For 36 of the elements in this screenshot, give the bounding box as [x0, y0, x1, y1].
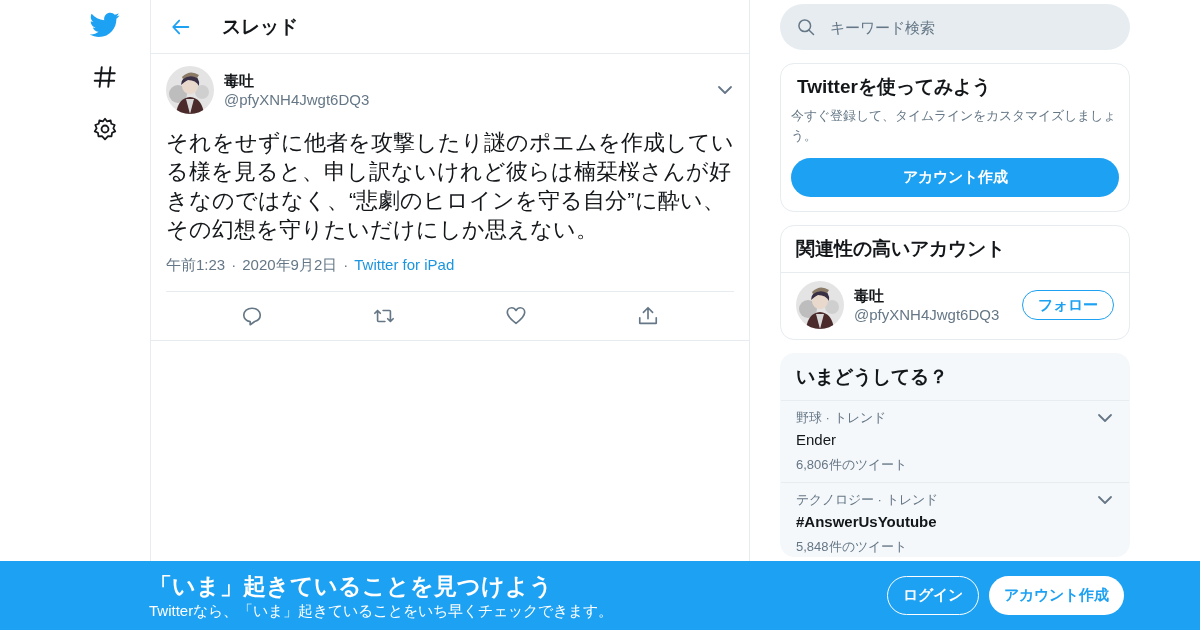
signup-button[interactable]: アカウント作成	[791, 158, 1119, 197]
card-title: Twitterを使ってみよう	[796, 75, 992, 99]
tweet-text: それをせずに他者を攻撃したり謎のポエムを作成している様を見ると、申し訳ないけれど彼らは楠栞桜さんが好きなのではなく、“悲劇のヒロインを守る自分”に酔い、その幻想を守りたいだけにしか思えない。	[166, 129, 735, 244]
banner-title: 「いま」起きていることを見つけよう	[149, 571, 554, 601]
reply-icon[interactable]	[241, 305, 263, 327]
separator-dot: ·	[343, 256, 349, 275]
page-title: スレッド	[222, 14, 298, 39]
tweet-time: 午前1:23	[166, 256, 226, 275]
tweet-count: 5,848件のツイート	[796, 538, 908, 556]
trend-context: テクノロジー · トレンド	[796, 491, 939, 509]
trend-name: Ender	[796, 431, 838, 448]
signup-button[interactable]: アカウント作成	[989, 576, 1124, 615]
share-icon[interactable]	[637, 305, 659, 327]
follow-button[interactable]: フォロー	[1022, 290, 1114, 320]
user-handle[interactable]: @pfyXNH4Jwgt6DQ3	[224, 91, 706, 108]
trend-context: 野球 · トレンド	[796, 409, 887, 427]
trend-name: #AnswerUsYoutube	[796, 513, 938, 530]
bird-logo-icon[interactable]	[90, 12, 120, 38]
separator-dot: ·	[231, 256, 237, 275]
user-name[interactable]: 毒吐	[854, 287, 1012, 306]
trend-item[interactable]: テクノロジー · トレンド #AnswerUsYoutube 5,848件のツイート	[781, 483, 1129, 556]
source-link[interactable]: Twitter for iPad	[354, 256, 455, 275]
trend-item[interactable]: 野球 · トレンド Ender 6,806件のツイート	[781, 401, 1129, 483]
card-description: 今すぐ登録して、タイムラインをカスタマイズしましょう。	[791, 107, 1117, 145]
search-icon	[796, 17, 816, 37]
card-title: 関連性の高いアカウント	[781, 226, 1129, 273]
card-title: いまどうしてる？	[781, 354, 1129, 401]
settings-icon[interactable]	[92, 116, 118, 142]
user-handle[interactable]: @pfyXNH4Jwgt6DQ3	[854, 306, 1012, 323]
banner-subtitle: Twitterなら、「いま」起きていることをいち早くチェックできます。	[149, 601, 615, 621]
hashtag-icon[interactable]	[92, 64, 118, 90]
tweet-count: 6,806件のツイート	[796, 456, 908, 474]
user-name[interactable]: 毒吐	[224, 72, 706, 91]
heart-icon[interactable]	[505, 305, 527, 327]
tweet-date: 2020年9月2日	[242, 256, 338, 275]
search-field[interactable]: キーワード検索	[780, 4, 1130, 50]
